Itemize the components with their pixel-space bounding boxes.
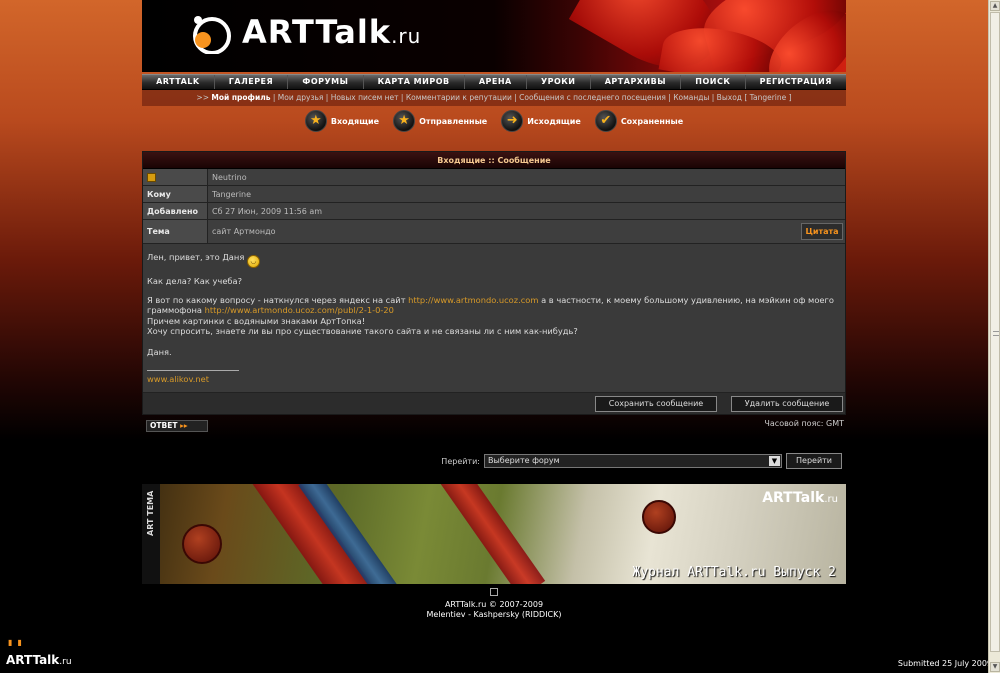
footer-copyright: ARTTalk.ru © 2007-2009 Melentiev - Kashp…: [142, 588, 846, 620]
body-watermark-note: Причем картинки с водяными знаками АртТо…: [147, 315, 366, 326]
nav-item-art-archives[interactable]: АРТАРХИВЫ: [591, 75, 682, 89]
row-subject: Тема сайт Артмондо Цитата: [143, 220, 845, 244]
delete-message-button[interactable]: Удалить сообщение: [731, 396, 843, 412]
from-value[interactable]: Neutrino: [208, 169, 845, 185]
body-question: Как дела? Как учеба?: [147, 276, 243, 286]
scroll-up-icon[interactable]: ▲: [990, 1, 1000, 11]
header-banner: ARTTalk.ru: [142, 0, 846, 72]
chevron-down-icon[interactable]: ▼: [769, 456, 780, 466]
message-actions: Сохранить сообщение Удалить сообщение: [143, 392, 845, 414]
folder-inbox[interactable]: ★ Входящие: [304, 110, 379, 132]
jump-label: Перейти:: [441, 456, 480, 466]
jump-go-button[interactable]: Перейти: [786, 453, 842, 469]
signature-link[interactable]: www.alikov.net: [147, 374, 841, 385]
main-nav: ARTTALK ГАЛЕРЕЯ ФОРУМЫ КАРТА МИРОВ АРЕНА…: [142, 74, 846, 90]
subject-label: Тема: [143, 220, 208, 243]
nav-item-search[interactable]: ПОИСК: [681, 75, 746, 89]
counter-icon[interactable]: [490, 588, 498, 596]
subject-value: сайт Артмондо: [208, 220, 845, 243]
logo-mark-icon: [193, 16, 231, 54]
message-title: Входящие :: Сообщение: [143, 152, 845, 169]
date-value: Сб 27 Июн, 2009 11:56 am: [208, 203, 845, 219]
body-sign: Даня.: [147, 346, 172, 357]
bookmark-icon[interactable]: ▮: [8, 638, 12, 647]
message-body: Лен, привет, это Даня ◡ Как дела? Как уч…: [143, 244, 845, 392]
forum-jump: Перейти: Выберите форум ▼ Перейти: [441, 453, 842, 469]
nav-item-gallery[interactable]: ГАЛЕРЕЯ: [215, 75, 289, 89]
pm-folders: ★ Входящие ★ Отправленные ➜ Исходящие ✔ …: [142, 106, 846, 136]
date-label: Добавлено: [143, 203, 208, 219]
scroll-down-icon[interactable]: ▼: [990, 662, 1000, 672]
page-container: ARTTalk.ru ARTTALK ГАЛЕРЕЯ ФОРУМЫ КАРТА …: [142, 0, 846, 619]
star-icon: ★: [393, 110, 416, 132]
forum-select[interactable]: Выберите форум ▼: [484, 454, 782, 468]
row-from: Neutrino: [143, 169, 845, 186]
nav-item-lessons[interactable]: УРОКИ: [527, 75, 591, 89]
from-label: [143, 169, 208, 185]
nav-item-arena[interactable]: АРЕНА: [465, 75, 527, 89]
banner-logo: ARTTalk.ru: [762, 490, 838, 506]
vertical-scrollbar[interactable]: ▲ ▼: [988, 0, 1000, 673]
subnav-prefix: >>: [196, 93, 212, 102]
body-question-2: Хочу спросить, знаете ли вы про существо…: [147, 326, 578, 337]
site-logo[interactable]: ARTTalk.ru: [242, 14, 421, 54]
row-date: Добавлено Сб 27 Июн, 2009 11:56 am: [143, 203, 845, 220]
folder-outbox[interactable]: ➜ Исходящие: [501, 110, 581, 132]
scroll-thumb[interactable]: [990, 12, 1000, 652]
nav-item-registration[interactable]: РЕГИСТРАЦИЯ: [746, 75, 847, 89]
my-profile-link[interactable]: Мой профиль: [211, 93, 270, 102]
nav-item-arttalk[interactable]: ARTTALK: [142, 75, 215, 89]
submitted-date: Submitted 25 July 2009: [897, 659, 992, 668]
bottom-logo: ARTTalk.ru: [6, 653, 72, 667]
save-message-button[interactable]: Сохранить сообщение: [595, 396, 717, 412]
authors-text[interactable]: Melentiev - Kashpersky (RIDDICK): [142, 610, 846, 620]
corner-icons: ▮ ▮: [8, 638, 22, 647]
arrow-right-icon: ➜: [501, 110, 524, 132]
smiley-icon: ◡: [246, 255, 260, 268]
timezone-label: Часовой пояс: GMT: [764, 419, 844, 428]
quote-button[interactable]: Цитата: [801, 223, 843, 240]
copyright-text: ARTTalk.ru © 2007-2009: [444, 600, 544, 609]
body-greeting: Лен, привет, это Даня: [147, 252, 245, 262]
row-to: Кому Tangerine: [143, 186, 845, 203]
banner-side-text: ART ТЕМА: [146, 490, 155, 536]
subnav-links[interactable]: | Мои друзья | Новых писем нет | Коммент…: [270, 93, 792, 102]
reply-button[interactable]: ОТВЕТ ▸▸: [146, 420, 208, 432]
signature-divider: [147, 369, 239, 371]
user-subnav: >> Мой профиль | Мои друзья | Новых писе…: [142, 90, 846, 106]
magazine-banner[interactable]: ART ТЕМА ARTTalk.ru Журнал ARTTalk.ru Вы…: [142, 484, 846, 584]
banner-caption: Журнал ARTTalk.ru Выпуск 2: [632, 565, 837, 580]
artmondo-publ-link[interactable]: http://www.artmondo.ucoz.com/publ/2-1-0-…: [205, 305, 394, 315]
user-icon: [147, 173, 156, 182]
folder-sent[interactable]: ★ Отправленные: [393, 110, 487, 132]
star-icon: ★: [304, 110, 327, 132]
checkmark-icon: ✔: [594, 110, 617, 132]
artmondo-link[interactable]: http://www.artmondo.ucoz.com: [408, 295, 538, 305]
to-label: Кому: [143, 186, 208, 202]
folder-saved[interactable]: ✔ Сохраненные: [594, 110, 683, 132]
to-value: Tangerine: [208, 186, 845, 202]
body-paragraph: Я вот по какому вопросу - наткнулся чере…: [147, 294, 834, 316]
bookmark-icon[interactable]: ▮: [18, 638, 22, 647]
nav-item-world-map[interactable]: КАРТА МИРОВ: [364, 75, 465, 89]
message-panel: Входящие :: Сообщение Neutrino Кому Tang…: [142, 151, 846, 415]
nav-item-forums[interactable]: ФОРУМЫ: [288, 75, 364, 89]
